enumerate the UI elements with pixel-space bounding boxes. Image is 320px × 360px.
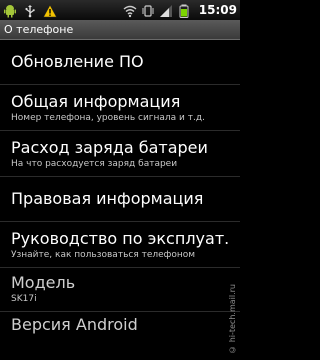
vibrate-icon [141,3,155,17]
status-bar: 15:09 [0,0,240,20]
list-item-title: Общая информация [11,92,181,111]
list-item-user-guide[interactable]: Руководство по эксплуат. Узнайте, как по… [0,222,240,268]
warning-icon [42,3,58,18]
list-item-android-version: Версия Android [0,312,240,342]
list-item-legal-info[interactable]: Правовая информация [0,177,240,222]
list-item-general-info[interactable]: Общая информация Номер телефона, уровень… [0,85,240,131]
list-item-title: Версия Android [11,315,138,334]
list-item-title: Расход заряда батареи [11,138,208,157]
list-item-title: Обновление ПО [11,52,144,71]
android-icon [3,3,17,18]
list-item-title: Модель [11,273,76,292]
list-item-subtitle: Номер телефона, уровень сигнала и т.д. [11,113,205,123]
status-time: 15:09 [198,3,237,17]
battery-icon [177,3,191,18]
list-item-subtitle: Узнайте, как пользоваться телефоном [11,250,196,260]
page-title: О телефоне [0,20,240,40]
list-item-model: Модель SK17i [0,268,240,312]
list-item-battery-usage[interactable]: Расход заряда батареи На что расходуется… [0,131,240,177]
signal-icon [159,3,173,17]
list-item-subtitle: На что расходуется заряд батареи [11,159,178,169]
watermark: © hi-tech.mail.ru [228,284,237,354]
wifi-icon [123,3,137,18]
list-item-title: Правовая информация [11,189,204,208]
list-item-subtitle: SK17i [11,294,37,304]
settings-list: Обновление ПО Общая информация Номер тел… [0,40,240,342]
usb-icon [23,3,37,18]
about-phone-screen: 15:09 О телефоне Обновление ПО Общая инф… [0,0,240,360]
list-item-title: Руководство по эксплуат. [11,229,230,248]
list-item-software-update[interactable]: Обновление ПО [0,40,240,85]
